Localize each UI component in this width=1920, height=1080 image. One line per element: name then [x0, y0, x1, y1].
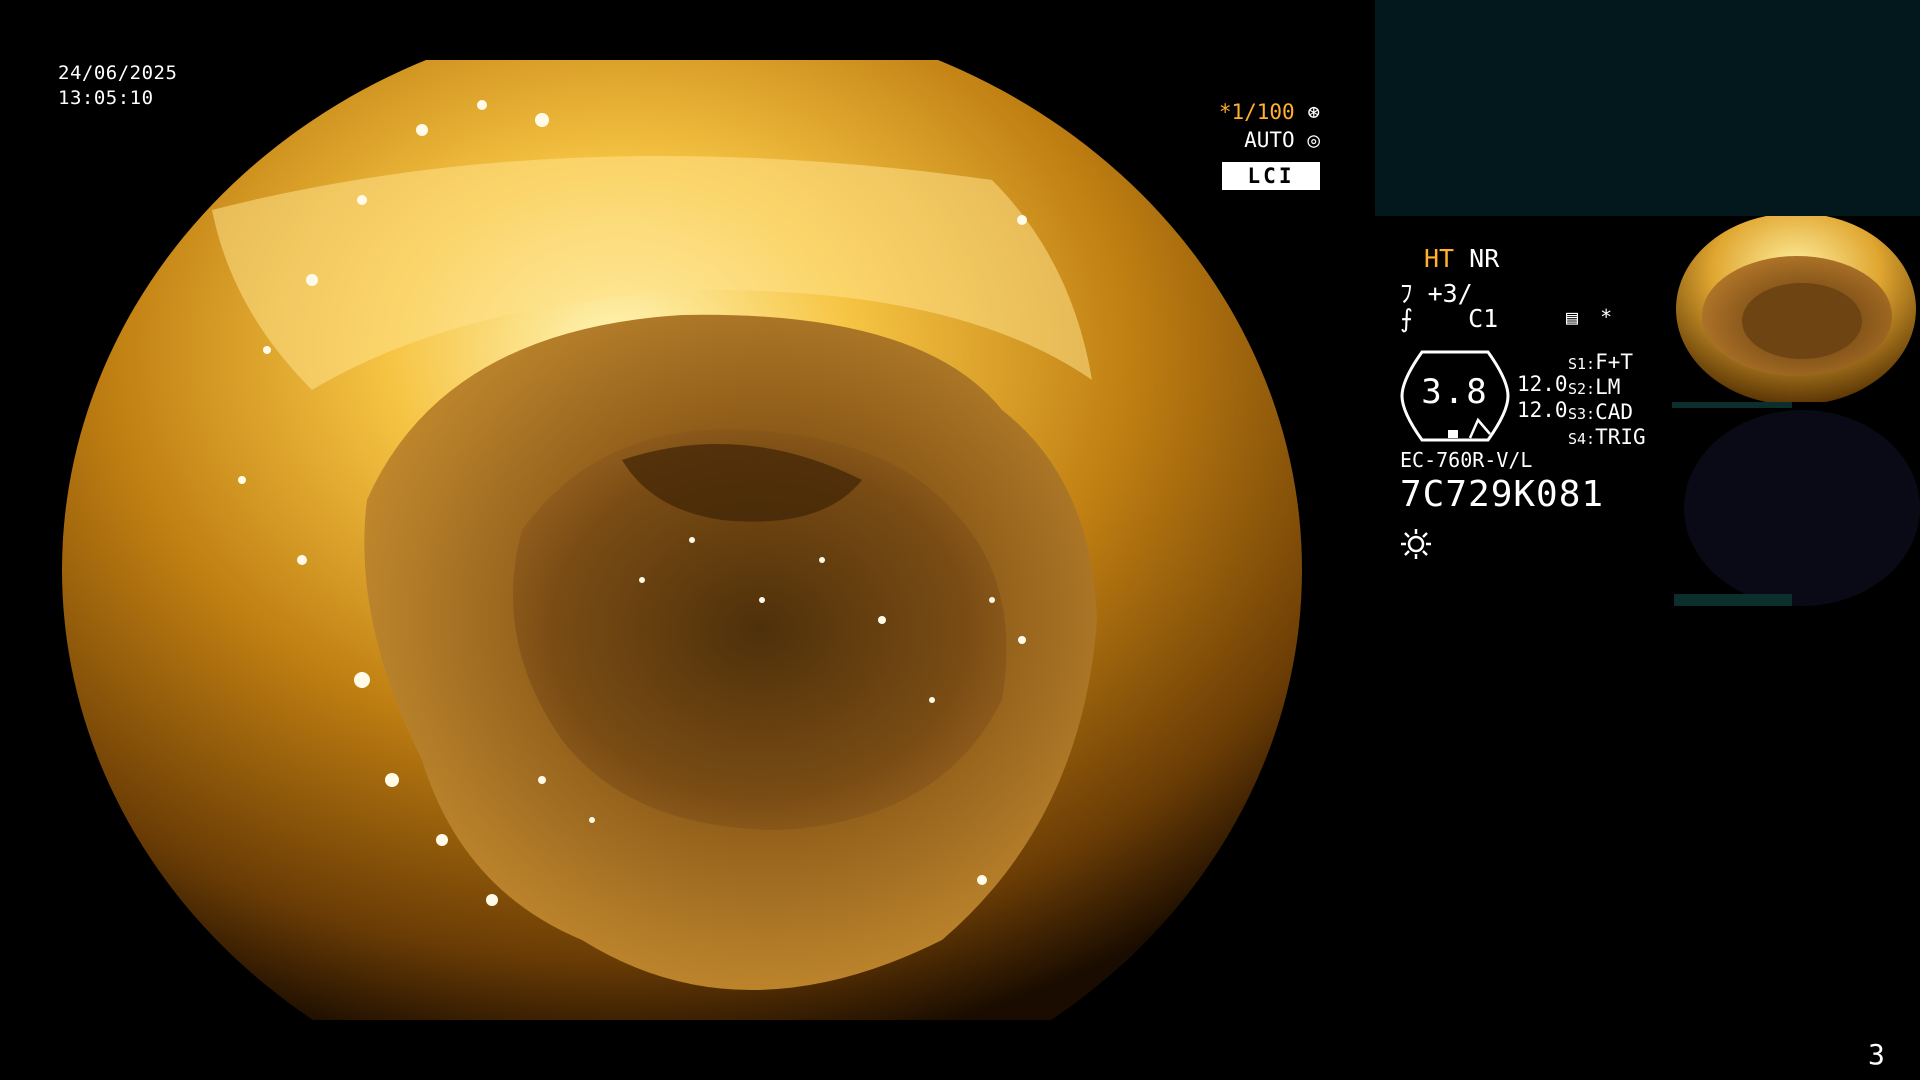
scope-serial: 7C729K081: [1400, 474, 1605, 515]
shutter-label: *1/100: [1218, 100, 1295, 124]
mode-badge: LCI: [1222, 162, 1320, 190]
iris-icon: ◎: [1307, 128, 1320, 152]
record-row: ▤ *: [1566, 305, 1612, 329]
auto-indicator: AUTO ◎: [1244, 128, 1320, 152]
ht-nr-row: HT NR: [1424, 244, 1499, 273]
auto-label: AUTO: [1244, 128, 1295, 152]
thumbnail-1[interactable]: [1672, 216, 1920, 402]
info-header-panel: [1375, 0, 1920, 216]
switch-value: TRIG: [1595, 425, 1646, 449]
switch-key: S1:: [1568, 355, 1596, 373]
switch-key: S3:: [1568, 405, 1596, 423]
endoscope-main-view: [62, 60, 1302, 1020]
switch-value: LM: [1595, 375, 1621, 399]
star-label: *: [1600, 305, 1613, 329]
switch-3: S3:CAD: [1568, 400, 1633, 424]
switch-4: S4:TRIG: [1568, 425, 1646, 449]
page-number: 3: [1868, 1038, 1885, 1071]
color-label: C1: [1468, 304, 1499, 333]
aperture-icon: ⊛: [1307, 100, 1320, 124]
value-2: 12.0: [1517, 398, 1568, 422]
switch-key: S4:: [1568, 430, 1596, 448]
value-1: 12.0: [1517, 372, 1568, 396]
date-label: 24/06/2025: [58, 62, 178, 84]
color-row: ⨍ C1: [1400, 304, 1498, 333]
light-icon: [1401, 529, 1431, 559]
record-icon: ▤: [1566, 305, 1579, 329]
color-icon: ⨍: [1400, 304, 1414, 333]
scope-model: EC-760R-V/L: [1400, 448, 1533, 472]
gauge-value: 3.8: [1421, 372, 1489, 412]
switch-2: S2:LM: [1568, 375, 1620, 399]
nr-label: NR: [1469, 244, 1500, 273]
switch-value: CAD: [1595, 400, 1634, 424]
thumbnail-2[interactable]: [1672, 408, 1920, 614]
ht-label: HT: [1424, 244, 1455, 273]
switch-value: F+T: [1595, 350, 1634, 374]
switch-key: S2:: [1568, 380, 1596, 398]
switch-1: S1:F+T: [1568, 350, 1633, 374]
shutter-indicator: *1/100 ⊛: [1219, 100, 1320, 124]
time-label: 13:05:10: [58, 87, 154, 109]
